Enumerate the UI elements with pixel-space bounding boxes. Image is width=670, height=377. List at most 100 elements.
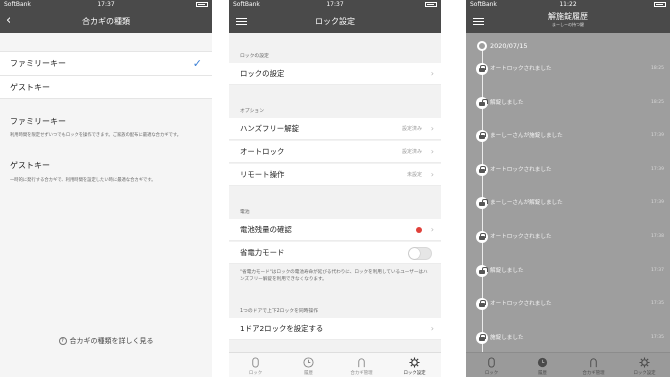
row-label: リモート操作 (240, 170, 285, 179)
tab-history[interactable]: 履歴 (282, 353, 335, 377)
screen-lock-settings: SoftBank 17:37 ロック設定 ロックの設定 ロックの設定 › オプシ… (229, 0, 441, 377)
status-time: 11:22 (559, 1, 577, 8)
tab-lock-settings[interactable]: ロック設定 (388, 353, 441, 377)
nav-bar: 解施錠履歴 まーしーの持つ鍵 (466, 10, 670, 33)
tab-label: 合カギ管理 (582, 371, 605, 376)
timeline-node-icon (477, 41, 487, 51)
history-message: まーしーさんが施錠しました (490, 133, 563, 140)
lock-icon (488, 357, 495, 368)
history-message: まーしーさんが解錠しました (490, 200, 563, 207)
tab-lock-settings[interactable]: ロック設定 (619, 353, 670, 377)
tab-label: ロック (484, 371, 499, 376)
clock-icon (303, 357, 314, 368)
tab-bar: ロック 履歴 合カギ管理 ロック設定 (466, 352, 670, 377)
row-auto-lock[interactable]: オートロック 設定済み › (229, 141, 441, 163)
history-time: 17:38 (651, 234, 664, 239)
tab-key-management[interactable]: 合カギ管理 (335, 353, 388, 377)
status-bar: SoftBank 11:22 (466, 0, 670, 10)
lock-icon (476, 63, 488, 75)
help-link[interactable]: ? 合カギの種類を詳しく見る (0, 336, 212, 346)
option-guest-key[interactable]: ゲストキー (0, 75, 212, 98)
chevron-right-icon: › (430, 124, 434, 133)
help-link-label: 合カギの種類を詳しく見る (69, 337, 154, 345)
key-icon (590, 358, 597, 368)
history-entry: 施錠しました 17:35 (466, 331, 670, 344)
tab-label: 履歴 (538, 371, 547, 376)
lock-icon (476, 163, 488, 176)
lock-icon (476, 298, 488, 311)
battery-icon (654, 0, 666, 10)
screen-key-type: SoftBank 17:37 ‹ 合カギの種類 ファミリーキー ✓ ゲストキー … (0, 0, 212, 377)
section-label: オプション (240, 109, 264, 114)
clock-icon (537, 357, 548, 368)
row-value: 設定済み (401, 126, 422, 132)
tab-lock[interactable]: ロック (229, 353, 282, 377)
option-label: ファミリーキー (10, 59, 66, 68)
lock-icon (252, 357, 259, 368)
key-type-options: ファミリーキー ✓ ゲストキー (0, 51, 212, 99)
history-time: 17:39 (651, 133, 664, 139)
tab-history[interactable]: 履歴 (517, 353, 568, 377)
screen-lock-history: SoftBank 11:22 解施錠履歴 まーしーの持つ鍵 2020/07/15… (466, 0, 670, 377)
row-lock-settings[interactable]: ロックの設定 › (229, 63, 441, 85)
section-description: 一時的に発行する合カギで、利用時間を設定したい時に最適な合カギです。 (10, 178, 156, 183)
lock-icon (476, 130, 488, 143)
row-label: 省電力モード (240, 248, 285, 257)
section-label: 1つのドアで上下2ロックを同時操作 (240, 309, 319, 314)
status-bar: SoftBank 17:37 (229, 0, 441, 10)
history-entry: 解錠しました 18:25 (466, 96, 670, 109)
row-label: 電池残量の確認 (240, 225, 292, 234)
date-label: 2020/07/15 (490, 42, 528, 50)
section-heading: ゲストキー (10, 161, 50, 170)
row-handsfree-unlock[interactable]: ハンズフリー解錠 設定済み › (229, 118, 441, 140)
nav-bar: ロック設定 (229, 10, 441, 33)
unlock-icon (476, 264, 488, 277)
row-label: ロックの設定 (240, 69, 285, 78)
row-two-lock-setup[interactable]: 1ドア2ロックを設定する › (229, 318, 441, 340)
row-label: オートロック (240, 147, 285, 156)
date-header: 2020/07/15 (466, 41, 670, 51)
tab-bar: ロック 履歴 合カギ管理 ロック設定 (229, 352, 441, 377)
tab-label: 合カギ管理 (350, 371, 373, 376)
tab-lock[interactable]: ロック (466, 353, 517, 377)
row-battery-check[interactable]: 電池残量の確認 › (229, 219, 441, 241)
chevron-left-icon[interactable]: ‹ (6, 10, 11, 31)
lock-icon (476, 331, 488, 344)
section-label: ロックの設定 (240, 54, 269, 59)
menu-icon[interactable] (236, 18, 247, 26)
battery-icon (196, 0, 208, 10)
history-entry: オートロックされました 17:35 (466, 298, 670, 311)
unlock-icon (476, 197, 488, 210)
history-message: オートロックされました (490, 301, 552, 308)
history-time: 17:37 (651, 267, 664, 273)
history-message: 解錠しました (490, 99, 524, 106)
history-message: 解錠しました (490, 267, 524, 274)
history-time: 17:35 (651, 301, 664, 307)
history-entry: オートロックされました 18:25 (466, 63, 670, 75)
history-entry: まーしーさんが施錠しました 17:39 (466, 130, 670, 143)
row-remote-operation[interactable]: リモート操作 未設定 › (229, 164, 441, 186)
history-entry: 解錠しました 17:37 (466, 264, 670, 277)
section-label: 電池 (240, 210, 250, 215)
chevron-right-icon: › (430, 69, 434, 78)
history-message: オートロックされました (490, 234, 552, 240)
chevron-right-icon: › (430, 324, 434, 333)
lock-icon (476, 231, 488, 243)
option-family-key[interactable]: ファミリーキー ✓ (0, 52, 212, 75)
alert-dot-icon (416, 227, 422, 233)
tab-key-management[interactable]: 合カギ管理 (568, 353, 619, 377)
status-time: 17:37 (326, 1, 344, 8)
power-saving-toggle[interactable] (408, 247, 432, 260)
history-time: 18:25 (651, 66, 664, 71)
row-value: 未設定 (406, 172, 422, 178)
history-entry: オートロックされました 17:39 (466, 163, 670, 176)
page-title: ロック設定 (315, 17, 355, 26)
history-message: オートロックされました (490, 166, 552, 173)
history-time: 17:35 (651, 334, 664, 340)
status-time: 17:37 (97, 1, 115, 8)
option-label: ゲストキー (10, 83, 50, 92)
question-icon: ? (58, 337, 67, 345)
checkmark-icon: ✓ (192, 57, 202, 70)
history-message: オートロックされました (490, 66, 552, 72)
chevron-right-icon: › (430, 147, 434, 156)
